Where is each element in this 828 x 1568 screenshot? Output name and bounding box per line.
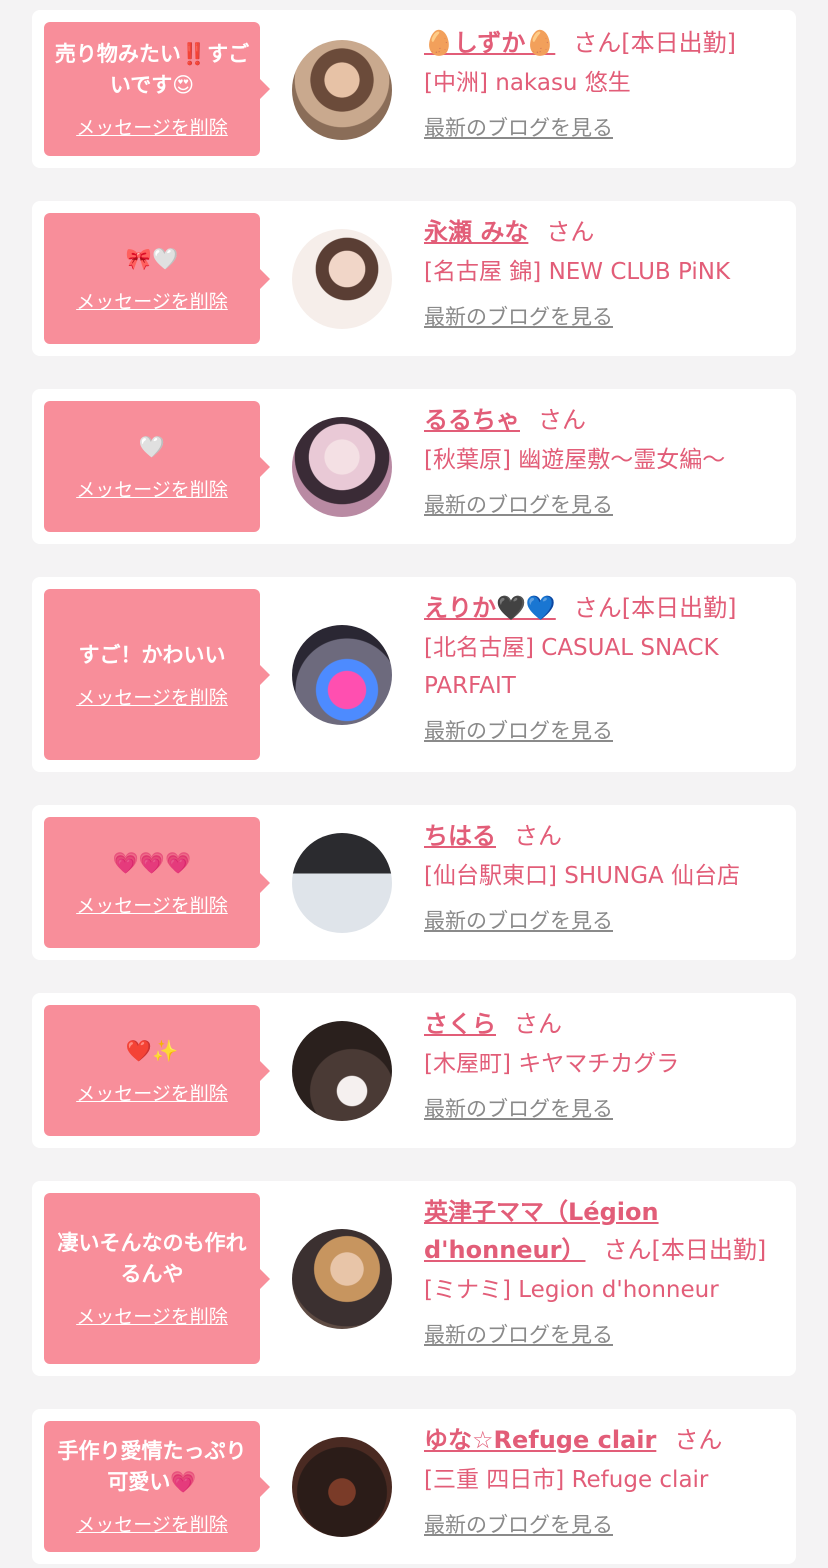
latest-blog-link[interactable]: 最新のブログを見る (424, 715, 613, 745)
message-card: 🎀🤍 メッセージを削除 永瀬 みな さん [名古屋 錦] NEW CLUB PiN… (32, 201, 796, 356)
avatar[interactable] (292, 1229, 392, 1329)
message-card: 🤍 メッセージを削除 るるちゃ さん [秋葉原] 幽遊屋敷〜霊女編〜 最新のブログ… (32, 389, 796, 544)
status-badge: [本日出勤] (651, 1236, 767, 1264)
avatar[interactable] (292, 1437, 392, 1537)
avatar[interactable] (292, 40, 392, 140)
message-text: 凄いそんなのも作れるんや (57, 1231, 247, 1286)
shop-name: [木屋町] キヤマチカグラ (424, 1051, 680, 1077)
message-text: 🤍 (138, 434, 166, 459)
latest-blog-link[interactable]: 最新のブログを見る (424, 1093, 613, 1123)
shop-name: [三重 四日市] Refuge clair (424, 1467, 709, 1493)
message-bubble: すご！かわいい メッセージを削除 (44, 589, 270, 760)
delete-message-button[interactable]: メッセージを削除 (76, 113, 228, 140)
message-bubble: 🤍 メッセージを削除 (44, 401, 270, 532)
shop-name: [北名古屋] CASUAL SNACK PARFAIT (424, 635, 719, 699)
avatar[interactable] (292, 625, 392, 725)
cast-name-link[interactable]: 🥚しずか🥚 (424, 29, 555, 57)
message-bubble: 🎀🤍 メッセージを削除 (44, 213, 270, 344)
message-text: 🎀🤍 (125, 246, 179, 271)
delete-message-button[interactable]: メッセージを削除 (76, 1302, 228, 1329)
san-label: さん (573, 594, 622, 622)
message-text: 手作り愛情たっぷり可愛い💗 (57, 1439, 247, 1494)
delete-message-button[interactable]: メッセージを削除 (76, 683, 228, 710)
cast-name-link[interactable]: るるちゃ (424, 406, 520, 434)
latest-blog-link[interactable]: 最新のブログを見る (424, 112, 613, 142)
delete-message-button[interactable]: メッセージを削除 (76, 287, 228, 314)
latest-blog-link[interactable]: 最新のブログを見る (424, 489, 613, 519)
latest-blog-link[interactable]: 最新のブログを見る (424, 301, 613, 331)
message-card: ❤️✨ メッセージを削除 さくら さん [木屋町] キヤマチカグラ 最新のブログを… (32, 993, 796, 1148)
message-text: ❤️✨ (125, 1038, 179, 1063)
message-bubble: 💗💗💗 メッセージを削除 (44, 817, 270, 948)
message-text: すご！かわいい (78, 642, 226, 667)
san-label: さん (514, 1010, 562, 1038)
status-badge: [本日出勤] (621, 594, 737, 622)
message-bubble: ❤️✨ メッセージを削除 (44, 1005, 270, 1136)
status-badge: [本日出勤] (621, 29, 737, 57)
shop-name: [中洲] nakasu 悠生 (424, 70, 631, 96)
cast-name-link[interactable]: ちはる (424, 822, 496, 850)
message-text: 売り物みたい‼️すごいです😍 (54, 41, 250, 97)
cast-name-link[interactable]: ゆな☆Refuge clair (424, 1426, 656, 1454)
san-label: さん (546, 218, 595, 246)
latest-blog-link[interactable]: 最新のブログを見る (424, 1509, 613, 1539)
cast-name-link[interactable]: さくら (424, 1010, 496, 1038)
san-label: さん (603, 1236, 652, 1264)
message-card: すご！かわいい メッセージを削除 えりか🖤💙 さん[本日出勤] [北名古屋] CA… (32, 577, 796, 772)
avatar[interactable] (292, 417, 392, 517)
message-bubble: 凄いそんなのも作れるんや メッセージを削除 (44, 1193, 270, 1364)
latest-blog-link[interactable]: 最新のブログを見る (424, 1319, 613, 1349)
avatar[interactable] (292, 229, 392, 329)
latest-blog-link[interactable]: 最新のブログを見る (424, 905, 613, 935)
message-bubble: 手作り愛情たっぷり可愛い💗 メッセージを削除 (44, 1421, 270, 1552)
shop-name: [秋葉原] 幽遊屋敷〜霊女編〜 (424, 447, 726, 473)
message-card: 💗💗💗 メッセージを削除 ちはる さん [仙台駅東口] SHUNGA 仙台店 最新… (32, 805, 796, 960)
san-label: さん (538, 406, 586, 434)
message-card: 凄いそんなのも作れるんや メッセージを削除 英津子ママ（Légion d'hon… (32, 1181, 796, 1376)
message-bubble: 売り物みたい‼️すごいです😍 メッセージを削除 (44, 22, 270, 156)
san-label: さん (674, 1426, 723, 1454)
message-card: 手作り愛情たっぷり可愛い💗 メッセージを削除 ゆな☆Refuge clair さん… (32, 1409, 796, 1564)
avatar[interactable] (292, 1021, 392, 1121)
cast-name-link[interactable]: 永瀬 みな (424, 218, 528, 246)
avatar[interactable] (292, 833, 392, 933)
delete-message-button[interactable]: メッセージを削除 (76, 891, 228, 918)
san-label: さん (514, 822, 562, 850)
cast-name-link[interactable]: えりか🖤💙 (424, 594, 556, 622)
message-text: 💗💗💗 (112, 850, 192, 875)
san-label: さん (573, 29, 622, 57)
delete-message-button[interactable]: メッセージを削除 (76, 1079, 228, 1106)
shop-name: [名古屋 錦] NEW CLUB PiNK (424, 259, 731, 285)
shop-name: [仙台駅東口] SHUNGA 仙台店 (424, 863, 741, 889)
message-card: 売り物みたい‼️すごいです😍 メッセージを削除 🥚しずか🥚 さん[本日出勤] [中… (32, 10, 796, 168)
shop-name: [ミナミ] Legion d'honneur (424, 1277, 719, 1303)
delete-message-button[interactable]: メッセージを削除 (76, 475, 228, 502)
delete-message-button[interactable]: メッセージを削除 (76, 1510, 228, 1537)
